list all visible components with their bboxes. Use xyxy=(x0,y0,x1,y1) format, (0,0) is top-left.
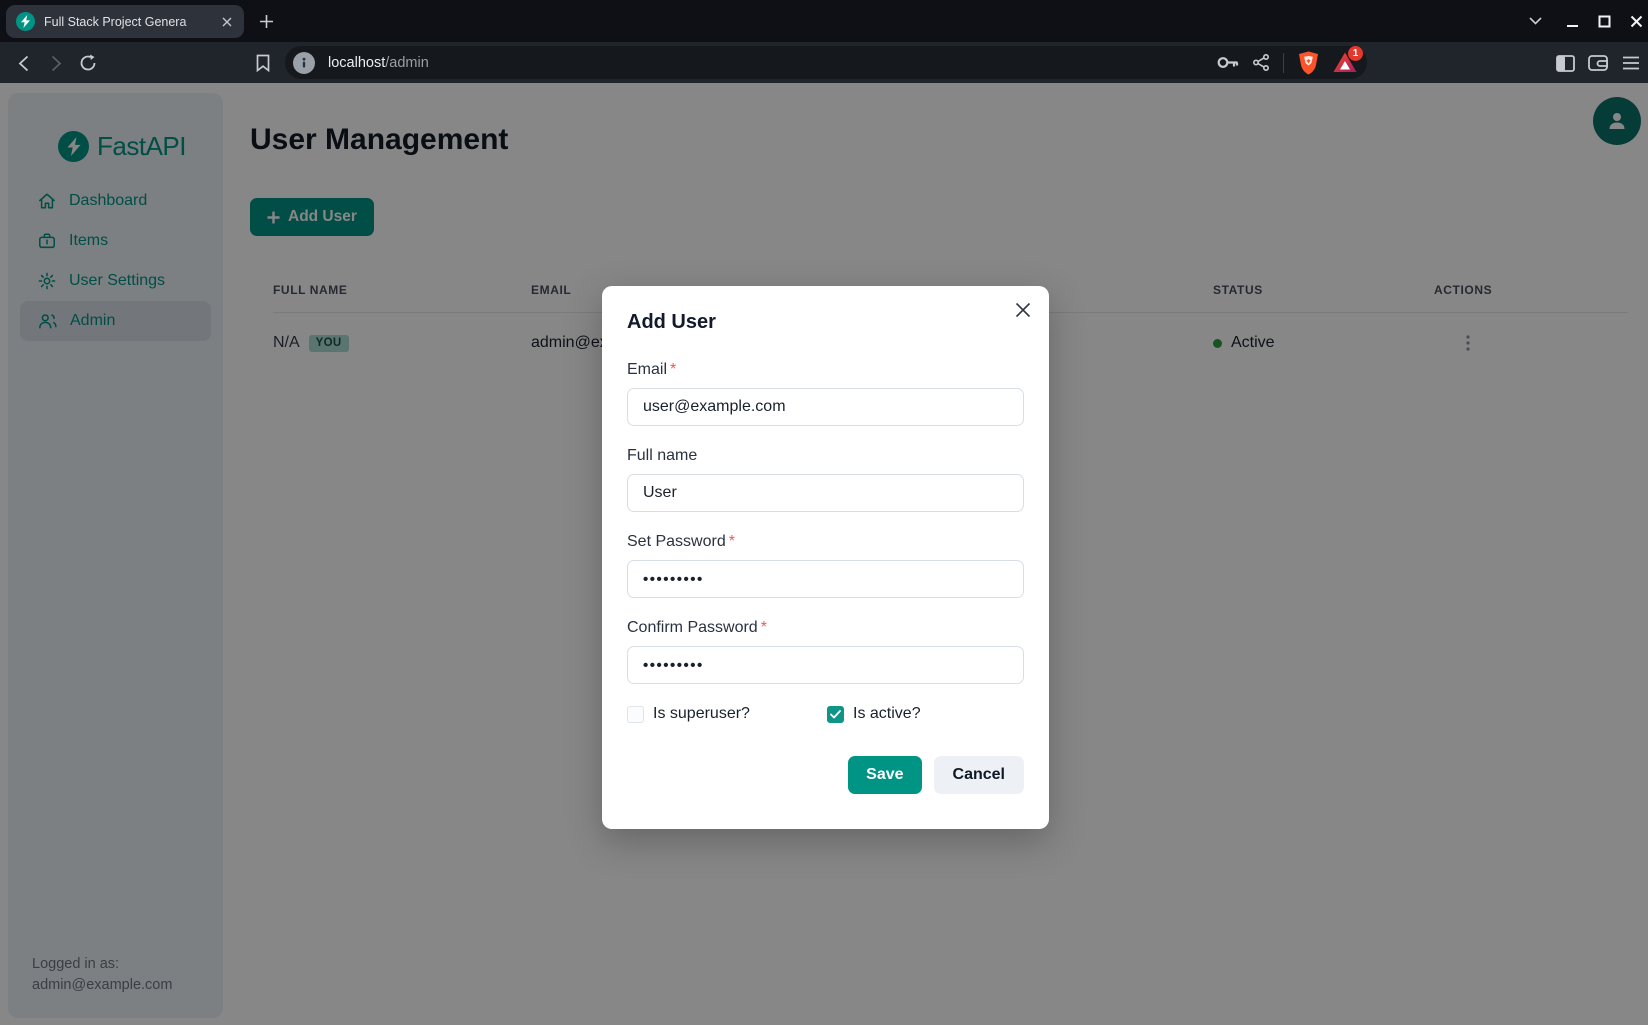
full-name-field[interactable] xyxy=(627,474,1024,512)
confirm-password-label: Confirm Password* xyxy=(627,619,1024,637)
reload-icon[interactable] xyxy=(75,50,101,76)
maximize-button[interactable] xyxy=(1592,10,1616,32)
save-button[interactable]: Save xyxy=(848,756,921,794)
cancel-button[interactable]: Cancel xyxy=(934,756,1024,794)
confirm-password-field[interactable] xyxy=(627,646,1024,684)
add-user-modal: Add User Email* Full name Set Password* … xyxy=(602,286,1049,829)
wallet-icon[interactable] xyxy=(1585,50,1611,76)
share-icon[interactable] xyxy=(1253,54,1269,71)
toolbar-divider xyxy=(1283,53,1284,73)
sidebar-toggle-icon[interactable] xyxy=(1552,50,1578,76)
password-key-icon[interactable] xyxy=(1217,56,1239,69)
address-bar[interactable]: localhost/admin 1 xyxy=(285,46,1367,79)
browser-toolbar: localhost/admin 1 xyxy=(0,42,1648,83)
full-name-label: Full name xyxy=(627,447,1024,465)
site-info-icon[interactable] xyxy=(293,52,315,74)
tab-close-icon[interactable] xyxy=(218,13,236,31)
modal-title: Add User xyxy=(627,311,1024,334)
email-label: Email* xyxy=(627,361,1024,379)
checkbox-checked-icon xyxy=(827,706,844,723)
close-window-button[interactable] xyxy=(1624,10,1648,32)
minimize-button[interactable] xyxy=(1560,10,1584,32)
modal-close-icon[interactable] xyxy=(1011,298,1035,322)
fastapi-favicon-icon xyxy=(16,12,35,31)
is-active-checkbox[interactable]: Is active? xyxy=(827,705,921,723)
set-password-label: Set Password* xyxy=(627,533,1024,551)
bookmark-icon[interactable] xyxy=(250,50,276,76)
brave-shield-icon[interactable] xyxy=(1298,51,1319,75)
full-name-field-group: Full name xyxy=(627,447,1024,512)
tab-title: Full Stack Project Genera xyxy=(44,15,218,29)
brave-rewards-icon[interactable]: 1 xyxy=(1333,52,1357,74)
is-superuser-checkbox[interactable]: Is superuser? xyxy=(627,705,827,723)
email-field[interactable] xyxy=(627,388,1024,426)
menu-hamburger-icon[interactable] xyxy=(1618,50,1644,76)
page-content: FastAPI Dashboard Items xyxy=(0,83,1648,1025)
rewards-badge: 1 xyxy=(1348,46,1363,61)
is-superuser-label: Is superuser? xyxy=(653,705,750,723)
checkbox-unchecked-icon xyxy=(627,706,644,723)
required-asterisk: * xyxy=(761,619,767,636)
url-host: localhost xyxy=(328,55,385,71)
url-text: localhost/admin xyxy=(328,55,1217,71)
is-active-label: Is active? xyxy=(853,705,921,723)
confirm-password-field-group: Confirm Password* xyxy=(627,619,1024,684)
modal-buttons: Save Cancel xyxy=(627,756,1024,794)
new-tab-button[interactable] xyxy=(256,11,276,31)
set-password-field-group: Set Password* xyxy=(627,533,1024,598)
forward-icon[interactable] xyxy=(43,50,69,76)
required-asterisk: * xyxy=(670,361,676,378)
url-path: /admin xyxy=(385,55,429,71)
back-icon[interactable] xyxy=(10,50,36,76)
email-field-group: Email* xyxy=(627,361,1024,426)
set-password-field[interactable] xyxy=(627,560,1024,598)
tab-bar: Full Stack Project Genera xyxy=(0,0,1648,42)
browser-window: Full Stack Project Genera xyxy=(0,0,1648,1025)
required-asterisk: * xyxy=(729,533,735,550)
checkbox-row: Is superuser? Is active? xyxy=(627,705,1024,723)
tab-search-chevron-icon[interactable] xyxy=(1523,10,1547,32)
browser-tab[interactable]: Full Stack Project Genera xyxy=(6,5,244,38)
